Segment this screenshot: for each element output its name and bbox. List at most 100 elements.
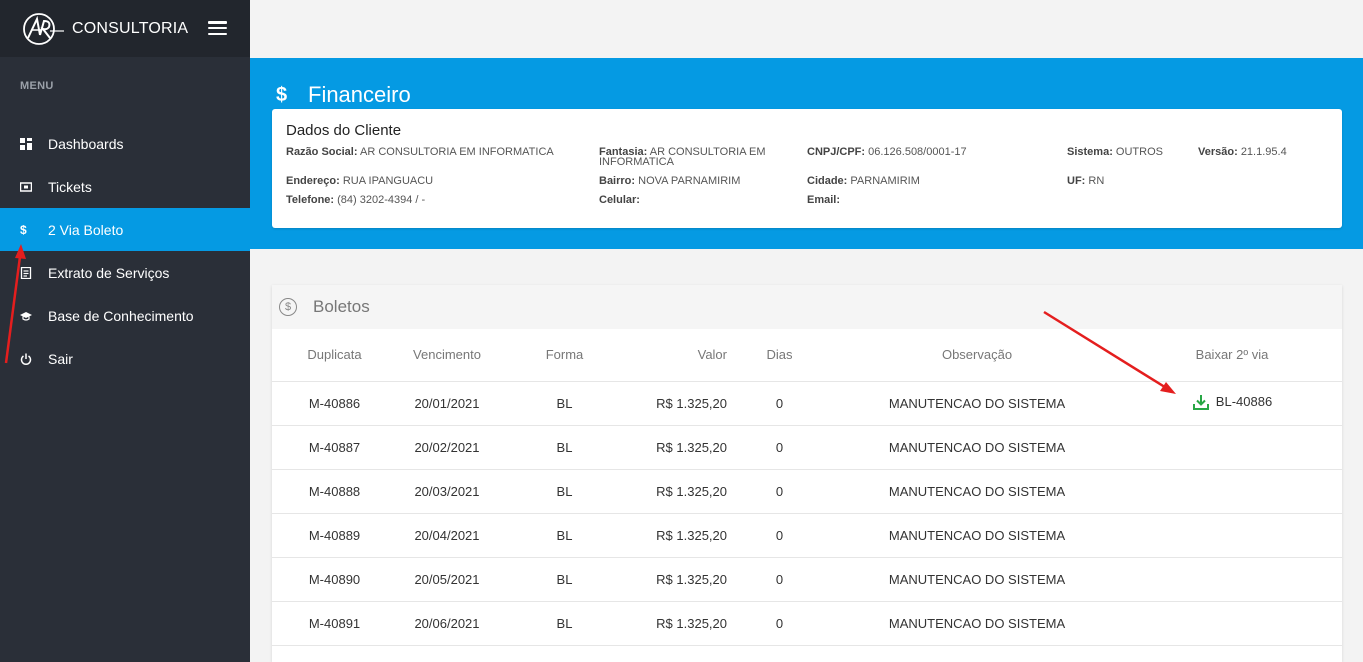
cell-forma: BL <box>497 513 632 558</box>
sidebar-item-extrato-de-servicos[interactable]: Extrato de Serviços <box>0 251 250 294</box>
top-bar <box>250 0 1363 58</box>
cell-vencimento: 20/02/2021 <box>397 425 497 470</box>
sidebar-item-sair[interactable]: Sair <box>0 337 250 380</box>
cell-dias: 0 <box>727 513 832 558</box>
cell-vencimento: 20/05/2021 <box>397 557 497 602</box>
cell-forma: BL <box>497 381 632 426</box>
table-row: M-40888 20/03/2021 BL R$ 1.325,20 0 MANU… <box>272 469 1342 514</box>
ar-logo <box>23 12 64 45</box>
cell-duplicata: M-40890 <box>272 557 397 602</box>
field-versao: Versão: 21.1.95.4 <box>1198 146 1287 158</box>
dollar-icon: $ <box>20 222 27 237</box>
cell-observacao: MANUTENCAO DO SISTEMA <box>832 513 1122 558</box>
sidebar-item-label: 2 Via Boleto <box>48 221 124 238</box>
col-duplicata: Duplicata <box>272 329 397 382</box>
dollar-icon: $ <box>276 83 288 106</box>
field-cidade: Cidade: PARNAMIRIM <box>807 175 920 187</box>
hamburger-menu-icon[interactable] <box>208 21 227 35</box>
cell-baixar <box>1122 557 1342 602</box>
cell-duplicata: M-40891 <box>272 601 397 646</box>
cell-valor: R$ 1.325,20 <box>632 557 727 602</box>
cell-valor: R$ 1.325,20 <box>632 469 727 514</box>
sidebar-item-label: Base de Conhecimento <box>48 307 194 324</box>
brand-name: CONSULTORIA <box>72 19 189 37</box>
cell-valor: R$ 1.325,20 <box>632 425 727 470</box>
cell-duplicata: M-40886 <box>272 381 397 426</box>
cell-duplicata: M-40889 <box>272 513 397 558</box>
sidebar-item-tickets[interactable]: Tickets <box>0 165 250 208</box>
ticket-icon <box>20 181 48 193</box>
table-row: M-40891 20/06/2021 BL R$ 1.325,20 0 MANU… <box>272 601 1342 646</box>
col-observacao: Observação <box>832 329 1122 382</box>
cell-dias: 0 <box>727 601 832 646</box>
col-dias: Dias <box>727 329 832 382</box>
boletos-table: Duplicata Vencimento Forma Valor Dias Ob… <box>272 329 1342 646</box>
download-icon <box>1192 394 1209 410</box>
power-icon <box>20 353 48 365</box>
sidebar-item-2-via-boleto[interactable]: $ 2 Via Boleto <box>0 208 250 251</box>
sidebar: CONSULTORIA MENU Dashboards Tickets $ 2 … <box>0 0 250 662</box>
cell-baixar <box>1122 425 1342 470</box>
field-uf: UF: RN <box>1067 175 1105 187</box>
field-fantasia: Fantasia: AR CONSULTORIA EM INFORMATICA <box>599 146 766 168</box>
sidebar-item-label: Tickets <box>48 178 92 195</box>
cell-observacao: MANUTENCAO DO SISTEMA <box>832 425 1122 470</box>
cell-vencimento: 20/01/2021 <box>397 381 497 426</box>
sidebar-item-dashboards[interactable]: Dashboards <box>0 122 250 165</box>
cell-observacao: MANUTENCAO DO SISTEMA <box>832 557 1122 602</box>
cell-baixar <box>1122 469 1342 514</box>
cell-observacao: MANUTENCAO DO SISTEMA <box>832 601 1122 646</box>
col-forma: Forma <box>497 329 632 382</box>
cell-vencimento: 20/03/2021 <box>397 469 497 514</box>
cell-duplicata: M-40887 <box>272 425 397 470</box>
boletos-title: Boletos <box>313 297 370 316</box>
col-baixar: Baixar 2º via <box>1122 329 1342 382</box>
download-boleto-link[interactable]: BL-40886 <box>1192 393 1272 411</box>
cell-observacao: MANUTENCAO DO SISTEMA <box>832 469 1122 514</box>
cell-dias: 0 <box>727 381 832 426</box>
boletos-panel: $ Boletos Duplicata Vencimento Forma Val… <box>272 285 1342 662</box>
cell-baixar: BL-40886 <box>1122 381 1342 426</box>
field-endereco: Endereço: RUA IPANGUACU <box>286 175 434 187</box>
menu-label: MENU <box>20 80 54 92</box>
field-cnpj: CNPJ/CPF: 06.126.508/0001-17 <box>807 146 967 158</box>
client-card-title: Dados do Cliente <box>286 122 402 139</box>
cell-forma: BL <box>497 557 632 602</box>
cell-baixar <box>1122 513 1342 558</box>
cell-forma: BL <box>497 469 632 514</box>
field-telefone: Telefone: (84) 3202-4394 / - <box>286 194 426 206</box>
field-celular: Celular: <box>599 194 640 206</box>
field-razao-social: Razão Social: AR CONSULTORIA EM INFORMAT… <box>286 146 554 158</box>
cell-observacao: MANUTENCAO DO SISTEMA <box>832 381 1122 426</box>
field-bairro: Bairro: NOVA PARNAMIRIM <box>599 175 741 187</box>
sidebar-item-label: Sair <box>48 350 73 367</box>
sidebar-item-label: Dashboards <box>48 135 124 152</box>
grid-icon <box>20 137 48 150</box>
table-row: M-40886 20/01/2021 BL R$ 1.325,20 0 MANU… <box>272 381 1342 426</box>
cell-forma: BL <box>497 425 632 470</box>
page-title: Financeiro <box>308 82 411 107</box>
cell-dias: 0 <box>727 557 832 602</box>
table-row: M-40887 20/02/2021 BL R$ 1.325,20 0 MANU… <box>272 425 1342 470</box>
cell-baixar <box>1122 601 1342 646</box>
col-vencimento: Vencimento <box>397 329 497 382</box>
table-row: M-40890 20/05/2021 BL R$ 1.325,20 0 MANU… <box>272 557 1342 602</box>
cell-valor: R$ 1.325,20 <box>632 601 727 646</box>
cell-vencimento: 20/06/2021 <box>397 601 497 646</box>
download-boleto-label: BL-40886 <box>1215 394 1273 409</box>
cell-dias: 0 <box>727 469 832 514</box>
field-email: Email: <box>807 194 841 206</box>
cell-forma: BL <box>497 601 632 646</box>
sidebar-item-base-de-conhecimento[interactable]: Base de Conhecimento <box>0 294 250 337</box>
table-row: M-40889 20/04/2021 BL R$ 1.325,20 0 MANU… <box>272 513 1342 558</box>
client-info-card: Dados do Cliente Razão Social: AR CONSUL… <box>272 109 1342 228</box>
cell-valor: R$ 1.325,20 <box>632 513 727 558</box>
cell-valor: R$ 1.325,20 <box>632 381 727 426</box>
boletos-panel-header: $ Boletos <box>272 285 1342 329</box>
dollar-circle-icon: $ <box>279 298 297 316</box>
col-valor: Valor <box>632 329 727 382</box>
graduation-cap-icon <box>20 310 48 322</box>
field-sistema: Sistema: OUTROS <box>1067 146 1163 158</box>
table-header-row: Duplicata Vencimento Forma Valor Dias Ob… <box>272 329 1342 382</box>
cell-dias: 0 <box>727 425 832 470</box>
